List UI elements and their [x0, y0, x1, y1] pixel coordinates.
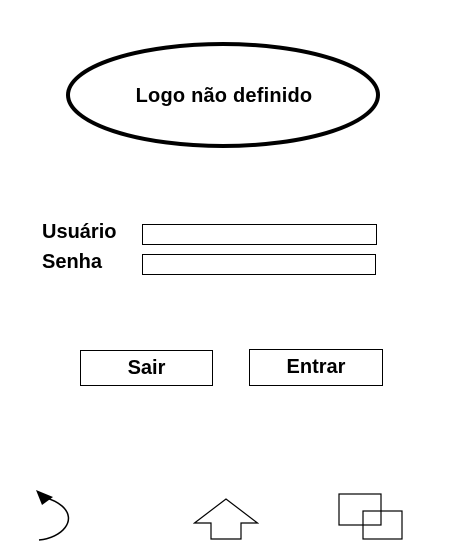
exit-button[interactable]: Sair — [80, 350, 213, 386]
password-label: Senha — [42, 251, 103, 273]
back-arrow-icon[interactable] — [32, 486, 76, 546]
password-input[interactable] — [142, 254, 376, 275]
username-label: Usuário — [42, 221, 117, 243]
home-arrow-icon[interactable] — [192, 497, 260, 541]
recent-windows-icon[interactable] — [337, 492, 405, 542]
enter-button[interactable]: Entrar — [249, 349, 383, 386]
username-input[interactable] — [142, 224, 377, 245]
logo-text: Logo não definido — [135, 84, 313, 107]
logo-placeholder: Logo não definido — [66, 42, 382, 150]
